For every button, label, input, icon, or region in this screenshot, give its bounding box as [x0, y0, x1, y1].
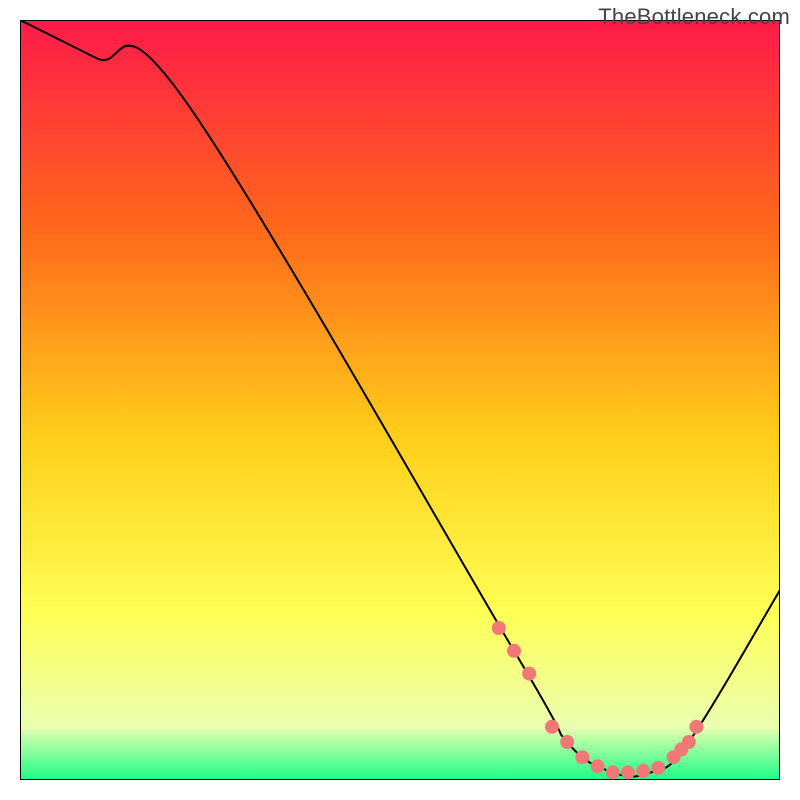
- highlight-dot: [636, 764, 650, 778]
- highlight-dot: [591, 759, 605, 773]
- highlight-dot: [522, 667, 536, 681]
- bottleneck-chart: [20, 20, 780, 780]
- highlight-dot: [492, 621, 506, 635]
- highlight-dot: [682, 735, 696, 749]
- watermark-text: TheBottleneck.com: [598, 4, 790, 30]
- highlight-dot: [689, 720, 703, 734]
- highlight-dot: [575, 750, 589, 764]
- highlight-dot: [545, 720, 559, 734]
- chart-background: [20, 20, 780, 780]
- highlight-dot: [606, 765, 620, 779]
- highlight-dot: [560, 735, 574, 749]
- highlight-dot: [507, 644, 521, 658]
- highlight-dot: [651, 761, 665, 775]
- highlight-dot: [621, 765, 635, 779]
- chart-svg: [20, 20, 780, 780]
- chart-container: TheBottleneck.com: [0, 0, 800, 800]
